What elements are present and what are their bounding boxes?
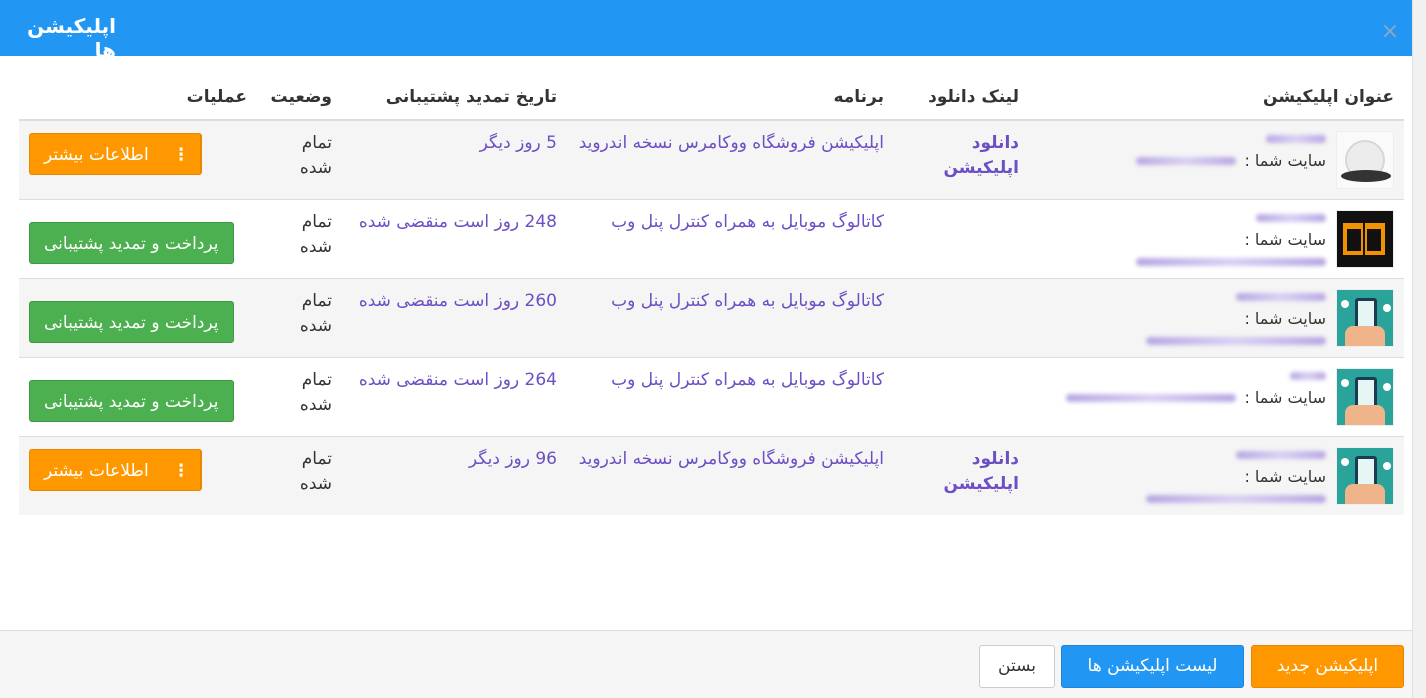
more-info-button[interactable]: اطلاعات بیشتر [30, 450, 163, 490]
table-row: سایت شما : دانلود اپلیکیشن اپلیکیشن فروش… [19, 436, 1404, 515]
status-cell: تمام شده [257, 199, 342, 279]
robot-vacuum-icon [1336, 131, 1394, 189]
redacted-site-url [1066, 394, 1237, 402]
header-date: تاریخ تمدید پشتیبانی [342, 74, 567, 121]
phone-hand-icon [1336, 289, 1394, 347]
program-name: اپلیکیشن فروشگاه ووکامرس نسخه اندروید [578, 133, 884, 153]
table-row: سایت شما : کاتالوگ موبایل به همراه کنترل… [19, 278, 1404, 358]
program-name: کاتالوگ موبایل به همراه کنترل پنل وب [611, 291, 884, 311]
date-cell: 264 روز است منقضی شده [342, 357, 567, 437]
more-info-button-group: ⋮ اطلاعات بیشتر [29, 449, 202, 491]
status-text: تمام شده [299, 212, 332, 257]
status-cell: تمام شده [257, 436, 342, 515]
redacted-app-name [1236, 293, 1326, 301]
title-cell: سایت شما : [1029, 357, 1404, 437]
modal-footer: اپلیکیشن جدید لیست اپلیکیشن ها بستن [0, 630, 1412, 698]
header-status: وضعیت [257, 74, 342, 121]
apps-modal: اپلیکیشن ها × عنوان اپلیکیشن لینک دانلود… [0, 0, 1426, 698]
redacted-site-url [1136, 157, 1237, 165]
redacted-app-name [1266, 135, 1326, 143]
support-date: 260 روز است منقضی شده [358, 291, 557, 311]
support-date: 248 روز است منقضی شده [358, 212, 557, 232]
ops-cell: پرداخت و تمدید پشتیبانی [19, 278, 257, 358]
site-label: سایت شما : [1244, 467, 1326, 486]
dropdown-toggle-icon[interactable]: ⋮ [163, 134, 201, 174]
table-header-row: عنوان اپلیکیشن لینک دانلود برنامه تاریخ … [19, 74, 1404, 121]
ops-cell: ⋮ اطلاعات بیشتر [19, 119, 257, 200]
ops-cell: ⋮ اطلاعات بیشتر [19, 436, 257, 515]
more-info-button-group: ⋮ اطلاعات بیشتر [29, 133, 202, 175]
table-row: سایت شما : کاتالوگ موبایل به همراه کنترل… [19, 199, 1404, 279]
status-text: تمام شده [299, 291, 332, 336]
date-cell: 5 روز دیگر [342, 119, 567, 200]
link-cell: دانلود اپلیکیشن [894, 436, 1029, 515]
book-icon [1336, 210, 1394, 268]
table-row: سایت شما : دانلود اپلیکیشن اپلیکیشن فروش… [19, 119, 1404, 200]
link-cell [894, 357, 1029, 437]
date-cell: 260 روز است منقضی شده [342, 278, 567, 358]
redacted-app-name [1290, 372, 1326, 380]
header-ops: عملیات [19, 74, 257, 121]
status-cell: تمام شده [257, 278, 342, 358]
more-info-button[interactable]: اطلاعات بیشتر [30, 134, 163, 174]
link-cell: دانلود اپلیکیشن [894, 119, 1029, 200]
program-cell: اپلیکیشن فروشگاه ووکامرس نسخه اندروید [567, 119, 894, 200]
status-text: تمام شده [299, 449, 332, 494]
modal-header: اپلیکیشن ها × [0, 0, 1412, 62]
link-cell [894, 278, 1029, 358]
ops-cell: پرداخت و تمدید پشتیبانی [19, 199, 257, 279]
redacted-site-url [1146, 495, 1326, 503]
header-title: عنوان اپلیکیشن [1029, 74, 1404, 121]
site-label: سایت شما : [1244, 309, 1326, 328]
status-cell: تمام شده [257, 357, 342, 437]
status-text: تمام شده [299, 370, 332, 415]
header-program: برنامه [567, 74, 894, 121]
program-cell: کاتالوگ موبایل به همراه کنترل پنل وب [567, 199, 894, 279]
program-name: کاتالوگ موبایل به همراه کنترل پنل وب [611, 370, 884, 390]
program-name: اپلیکیشن فروشگاه ووکامرس نسخه اندروید [578, 449, 884, 469]
program-name: کاتالوگ موبایل به همراه کنترل پنل وب [611, 212, 884, 232]
site-label: سایت شما : [1244, 151, 1326, 170]
modal-scrollbar[interactable] [1412, 0, 1426, 698]
close-icon[interactable]: × [1378, 18, 1402, 46]
redacted-site-url [1136, 258, 1326, 266]
redacted-site-url [1146, 337, 1326, 345]
app-list-button[interactable]: لیست اپلیکیشن ها [1061, 645, 1244, 688]
renew-support-button[interactable]: پرداخت و تمدید پشتیبانی [29, 380, 234, 422]
download-app-link[interactable]: دانلود اپلیکیشن [939, 131, 1019, 181]
support-date: 96 روز دیگر [468, 449, 557, 469]
title-cell: سایت شما : [1029, 436, 1404, 515]
renew-support-button[interactable]: پرداخت و تمدید پشتیبانی [29, 222, 234, 264]
title-cell: سایت شما : [1029, 199, 1404, 279]
renew-support-button[interactable]: پرداخت و تمدید پشتیبانی [29, 301, 234, 343]
title-cell: سایت شما : [1029, 278, 1404, 358]
modal-body: عنوان اپلیکیشن لینک دانلود برنامه تاریخ … [0, 56, 1412, 630]
new-app-button[interactable]: اپلیکیشن جدید [1251, 645, 1404, 688]
redacted-app-name [1236, 451, 1326, 459]
support-date: 5 روز دیگر [479, 133, 557, 153]
program-cell: اپلیکیشن فروشگاه ووکامرس نسخه اندروید [567, 436, 894, 515]
site-label: سایت شما : [1244, 230, 1326, 249]
modal-title: اپلیکیشن ها [27, 14, 116, 62]
status-text: تمام شده [299, 133, 332, 178]
download-app-link[interactable]: دانلود اپلیکیشن [939, 447, 1019, 497]
program-cell: کاتالوگ موبایل به همراه کنترل پنل وب [567, 278, 894, 358]
close-button[interactable]: بستن [979, 645, 1055, 688]
phone-hand-icon [1336, 368, 1394, 426]
program-cell: کاتالوگ موبایل به همراه کنترل پنل وب [567, 357, 894, 437]
title-cell: سایت شما : [1029, 119, 1404, 200]
date-cell: 248 روز است منقضی شده [342, 199, 567, 279]
link-cell [894, 199, 1029, 279]
ops-cell: پرداخت و تمدید پشتیبانی [19, 357, 257, 437]
apps-table: عنوان اپلیکیشن لینک دانلود برنامه تاریخ … [19, 74, 1404, 515]
dropdown-toggle-icon[interactable]: ⋮ [163, 450, 201, 490]
date-cell: 96 روز دیگر [342, 436, 567, 515]
site-label: سایت شما : [1244, 388, 1326, 407]
header-link: لینک دانلود [894, 74, 1029, 121]
redacted-app-name [1256, 214, 1326, 222]
table-row: سایت شما : کاتالوگ موبایل به همراه کنترل… [19, 357, 1404, 437]
phone-hand-icon [1336, 447, 1394, 505]
status-cell: تمام شده [257, 119, 342, 200]
support-date: 264 روز است منقضی شده [358, 370, 557, 390]
